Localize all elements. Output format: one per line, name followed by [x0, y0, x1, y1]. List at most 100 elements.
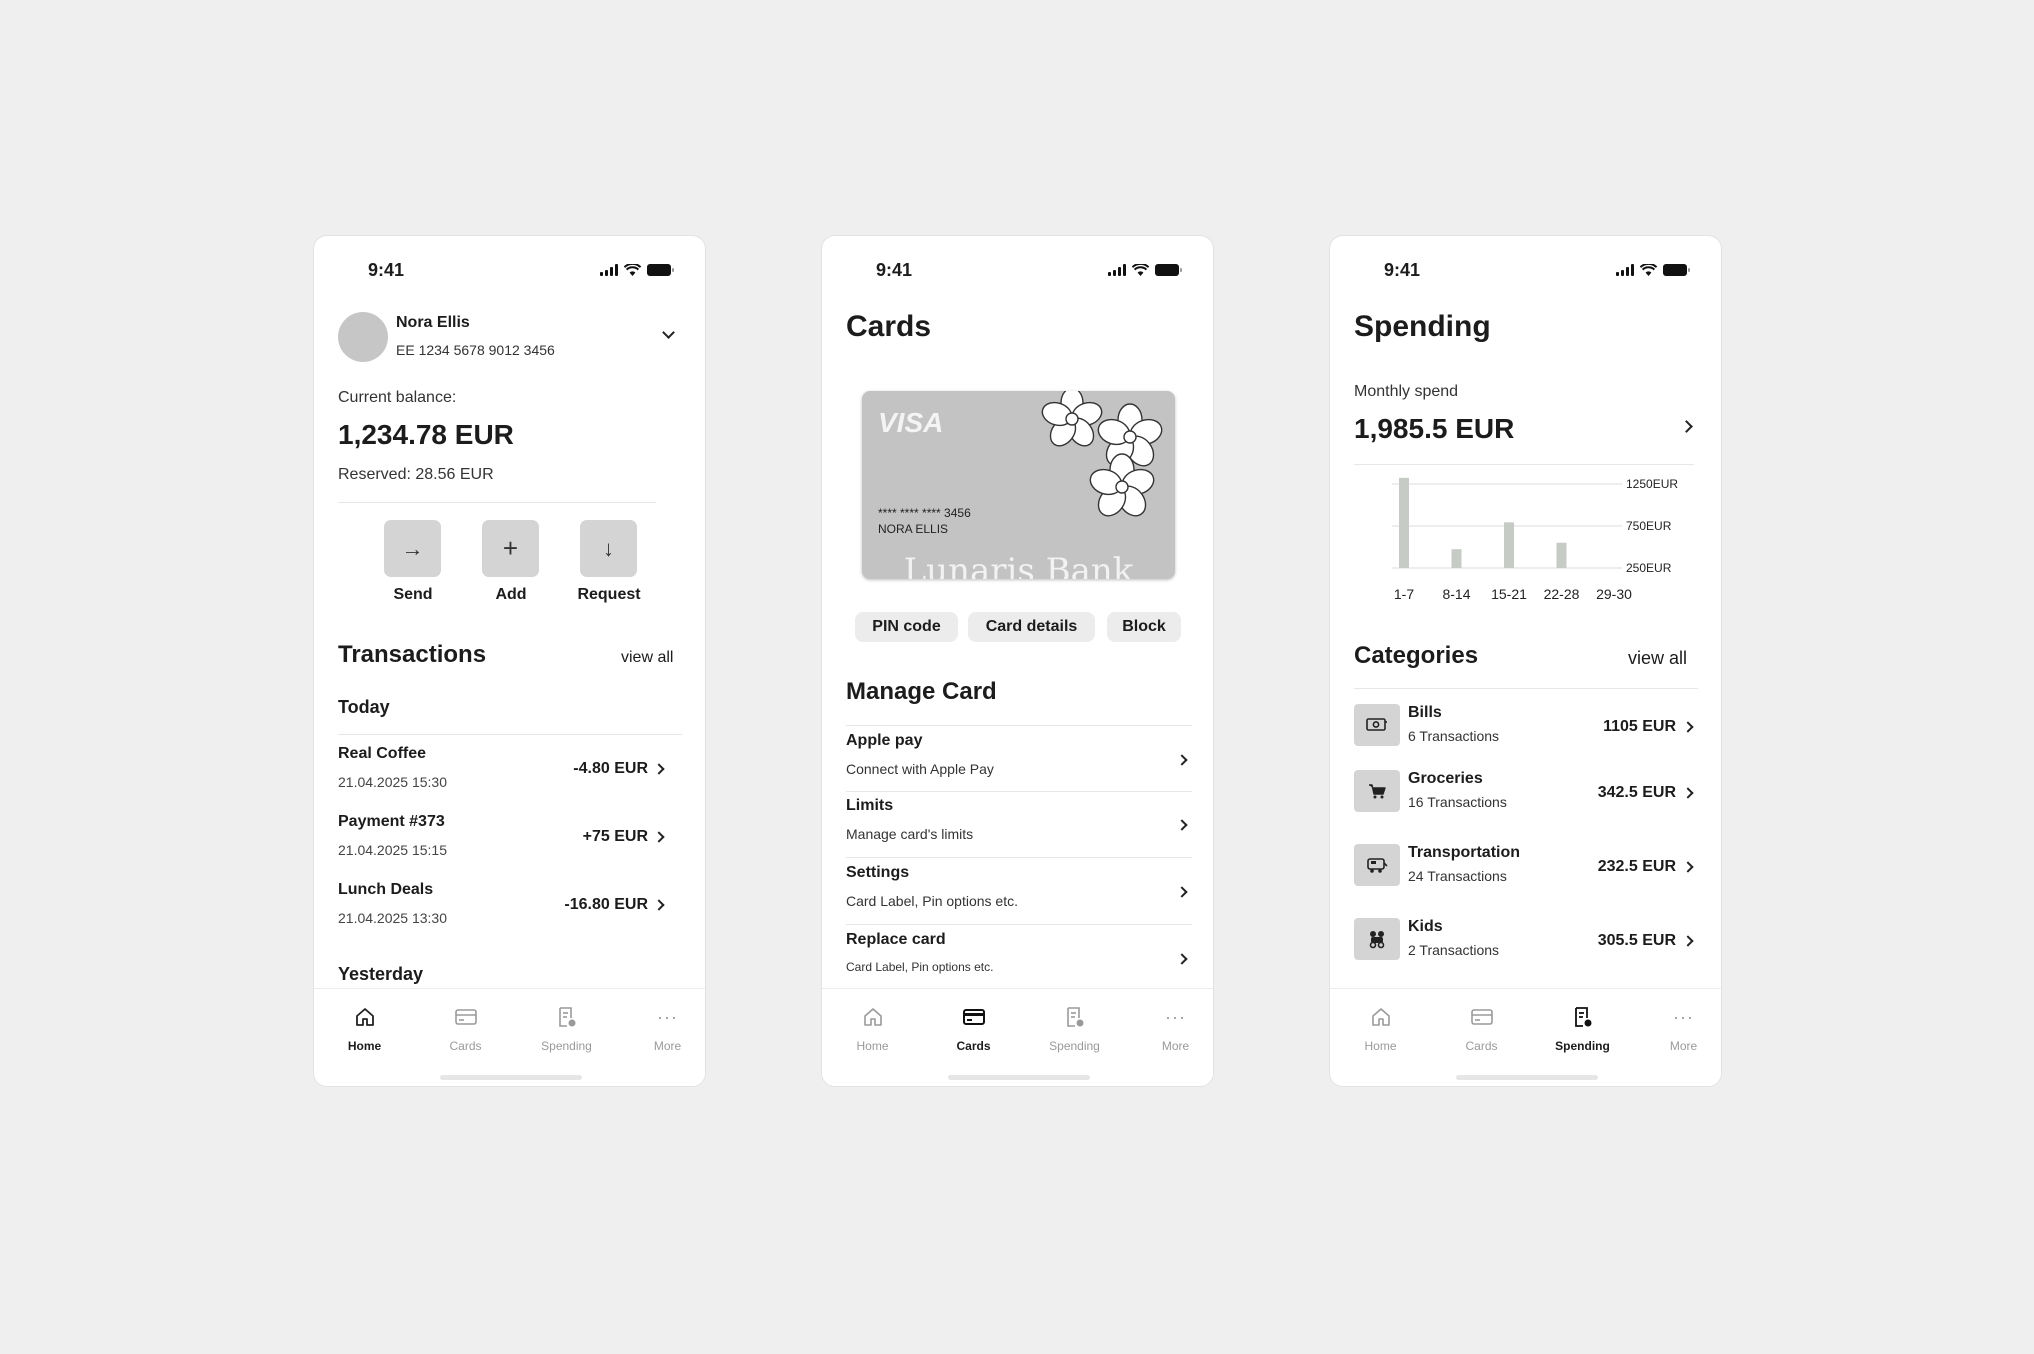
category-row-groceries[interactable]: Groceries 16 Transactions 342.5 EUR	[1354, 770, 1700, 818]
send-button[interactable]: →	[384, 520, 441, 577]
y-tick-label: 1250EUR	[1626, 477, 1678, 491]
manage-row-settings[interactable]: Settings Card Label, Pin options etc.	[846, 864, 1192, 922]
spending-screen: 9:41 Spending Monthly spend 1,985.5 EUR …	[1329, 235, 1722, 1087]
tab-home[interactable]: Home	[314, 1005, 415, 1053]
signal-icon	[600, 264, 618, 276]
card-details-button[interactable]: Card details	[968, 612, 1095, 642]
monthly-spend-value: 1,985.5 EUR	[1354, 413, 1515, 444]
cart-icon	[1354, 770, 1400, 812]
spending-chart: 1250EUR 750EUR 250EUR 1-7 8-14 15-21 22-28 29-3…	[1392, 477, 1678, 602]
transactions-heading: Transactions	[338, 641, 487, 668]
row-subtitle: Connect with Apple Pay	[846, 761, 994, 777]
add-label[interactable]: Add	[461, 586, 561, 604]
status-bar: 9:41	[314, 258, 705, 288]
chevron-right-icon	[653, 763, 665, 775]
tab-bar: Home Cards Spending ··· More	[1330, 988, 1721, 1086]
avatar[interactable]	[338, 312, 388, 362]
chevron-right-icon[interactable]	[1680, 420, 1693, 433]
category-subtitle: 24 Transactions	[1408, 868, 1507, 884]
chart-bar	[1399, 477, 1409, 568]
x-tick-label: 8-14	[1442, 586, 1470, 602]
pin-code-button[interactable]: PIN code	[855, 612, 958, 642]
manage-row-apple-pay[interactable]: Apple pay Connect with Apple Pay	[846, 732, 1192, 790]
tab-label: Home	[347, 1039, 382, 1053]
tab-label: Home	[856, 1039, 889, 1053]
category-row-kids[interactable]: Kids 2 Transactions 305.5 EUR	[1354, 918, 1700, 966]
view-all-link[interactable]: view all	[621, 649, 673, 667]
chevron-right-icon	[1176, 886, 1188, 898]
battery-icon	[1155, 264, 1182, 276]
request-button[interactable]: ↓	[580, 520, 637, 577]
add-button[interactable]: +	[482, 520, 539, 577]
categories-heading: Categories	[1354, 642, 1479, 669]
transaction-title: Real Coffee	[338, 745, 427, 762]
tab-home[interactable]: Home	[822, 1005, 923, 1053]
tab-more[interactable]: ··· More	[1633, 1005, 1721, 1054]
tab-spending[interactable]: Spending	[516, 1005, 617, 1053]
home-indicator	[1456, 1075, 1598, 1080]
card-icon	[415, 1005, 516, 1029]
send-label[interactable]: Send	[363, 586, 463, 604]
transaction-row[interactable]: Lunch Deals 21.04.2025 13:30 -16.80 EUR	[338, 881, 682, 941]
category-title: Groceries	[1408, 770, 1483, 787]
card-holder: NORA ELLIS	[878, 522, 949, 536]
transaction-row[interactable]: Payment #373 21.04.2025 15:15 +75 EUR	[338, 813, 682, 873]
tab-spending[interactable]: Spending	[1024, 1005, 1125, 1053]
manage-row-limits[interactable]: Limits Manage card's limits	[846, 797, 1192, 855]
chevron-down-icon[interactable]	[662, 326, 675, 339]
battery-icon	[647, 264, 674, 276]
category-amount: 342.5 EUR	[1597, 784, 1676, 801]
page-title: Cards	[846, 310, 932, 343]
arrow-right-icon: →	[401, 535, 424, 561]
more-icon: ···	[1673, 1006, 1694, 1027]
row-subtitle: Manage card's limits	[846, 826, 974, 842]
category-title: Kids	[1408, 918, 1443, 935]
status-bar: 9:41	[1330, 258, 1721, 288]
request-label[interactable]: Request	[559, 586, 659, 604]
tab-cards[interactable]: Cards	[923, 1005, 1024, 1053]
tab-cards[interactable]: Cards	[415, 1005, 516, 1053]
chevron-right-icon	[1682, 787, 1694, 799]
receipt-icon	[516, 1005, 617, 1029]
category-row-bills[interactable]: Bills 6 Transactions 1105 EUR	[1354, 704, 1700, 752]
tab-bar: Home Cards Spending ··· More	[314, 988, 705, 1086]
wifi-icon	[1132, 264, 1149, 276]
tab-home[interactable]: Home	[1330, 1005, 1431, 1053]
x-tick-label: 29-30	[1596, 586, 1632, 602]
category-title: Bills	[1408, 704, 1442, 721]
tab-label: Cards	[449, 1039, 482, 1053]
tab-more[interactable]: ··· More	[1125, 1005, 1213, 1054]
manage-row-replace-card[interactable]: Replace card Card Label, Pin options etc…	[846, 931, 1192, 989]
view-all-link[interactable]: view all	[1628, 648, 1687, 669]
chevron-right-icon	[1176, 819, 1188, 831]
chevron-right-icon	[1682, 721, 1694, 733]
tab-more[interactable]: ··· More	[617, 1005, 705, 1054]
bank-card[interactable]: VISA **** **** **** 3456 NORA ELLIS Luna…	[862, 391, 1175, 579]
category-subtitle: 2 Transactions	[1408, 942, 1500, 958]
monthly-spend-label: Monthly spend	[1354, 383, 1459, 400]
card-icon	[923, 1005, 1024, 1029]
tab-label: More	[1161, 1039, 1190, 1053]
tab-spending[interactable]: Spending	[1532, 1005, 1633, 1053]
tab-label: Home	[1364, 1039, 1397, 1053]
x-tick-label: 15-21	[1491, 586, 1527, 602]
category-row-transportation[interactable]: Transportation 24 Transactions 232.5 EUR	[1354, 844, 1700, 892]
tab-label: More	[653, 1039, 682, 1053]
tab-cards[interactable]: Cards	[1431, 1005, 1532, 1053]
category-amount: 1105 EUR	[1603, 718, 1676, 735]
transaction-amount: -16.80 EUR	[564, 896, 648, 913]
row-title: Settings	[846, 864, 910, 881]
tab-bar: Home Cards Spending ··· More	[822, 988, 1213, 1086]
chevron-right-icon	[1682, 935, 1694, 947]
block-button[interactable]: Block	[1107, 612, 1181, 642]
transaction-date: 21.04.2025 13:30	[338, 910, 447, 926]
yesterday-heading: Yesterday	[338, 964, 424, 984]
home-screen: 9:41 Nora Ellis EE 1234 5678 9012 3456 C…	[313, 235, 706, 1087]
status-time: 9:41	[876, 260, 913, 280]
category-title: Transportation	[1408, 844, 1521, 861]
flower-illustration	[1041, 391, 1163, 517]
transaction-row[interactable]: Real Coffee 21.04.2025 15:30 -4.80 EUR	[338, 745, 682, 805]
signal-icon	[1108, 264, 1126, 276]
wifi-icon	[624, 264, 641, 276]
kids-icon	[1354, 918, 1400, 960]
